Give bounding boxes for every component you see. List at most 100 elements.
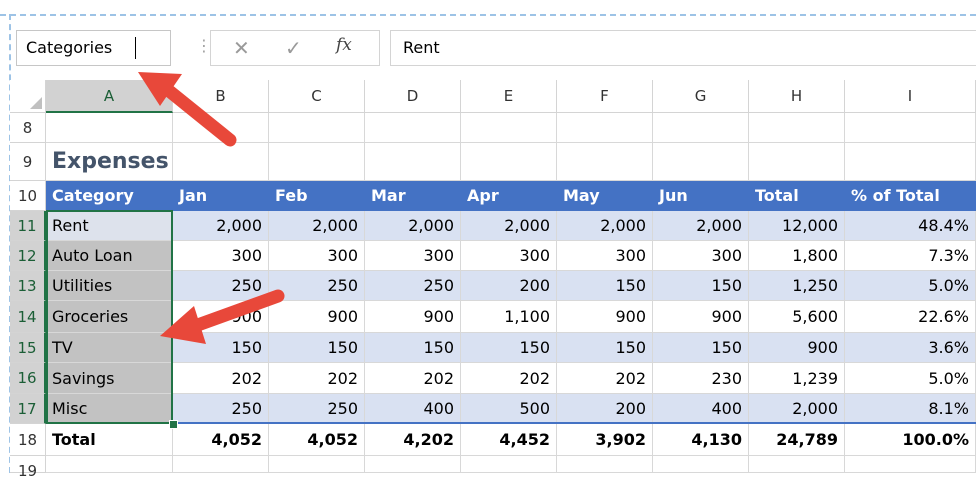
column-header-e[interactable]: E [461,80,557,113]
column-header-f[interactable]: F [557,80,653,113]
formula-input[interactable]: Rent [390,30,976,66]
category-cell[interactable]: Auto Loan [46,241,173,271]
column-header-a[interactable]: A [46,80,173,113]
table-cell[interactable]: 2,000 [557,211,653,241]
total-cell[interactable]: 4,452 [461,424,557,456]
insert-function-button[interactable]: fx [336,35,352,55]
table-cell[interactable]: 5,600 [749,301,845,333]
table-cell[interactable]: 300 [269,241,365,271]
table-cell[interactable]: 12,000 [749,211,845,241]
table-header-cell[interactable]: % of Total [845,181,976,211]
empty-cell[interactable] [365,143,461,181]
table-cell[interactable]: 150 [653,333,749,363]
check-icon[interactable]: ✓ [285,36,302,60]
empty-cell[interactable] [269,456,365,473]
table-cell[interactable]: 900 [269,301,365,333]
total-cell[interactable]: 24,789 [749,424,845,456]
table-cell[interactable]: 150 [269,333,365,363]
row-header-19[interactable]: 19 [10,456,46,480]
table-cell[interactable]: 900 [653,301,749,333]
row-header-13[interactable]: 13 [10,271,46,301]
total-cell[interactable]: 4,052 [173,424,269,456]
table-cell[interactable]: 202 [269,363,365,394]
column-header-b[interactable]: B [173,80,269,113]
empty-cell[interactable] [269,143,365,181]
empty-cell[interactable] [653,113,749,143]
total-cell[interactable]: 3,902 [557,424,653,456]
table-cell[interactable]: 300 [365,241,461,271]
table-cell[interactable]: 2,000 [749,394,845,424]
column-header-g[interactable]: G [653,80,749,113]
empty-cell[interactable] [749,113,845,143]
table-cell[interactable]: 150 [653,271,749,301]
table-cell[interactable]: 1,239 [749,363,845,394]
table-cell[interactable]: 48.4% [845,211,976,241]
table-cell[interactable]: 250 [269,394,365,424]
empty-cell[interactable] [461,143,557,181]
close-icon[interactable]: ✕ [233,36,250,60]
table-cell[interactable]: 150 [461,333,557,363]
table-cell[interactable]: 2,000 [653,211,749,241]
table-cell[interactable]: 300 [461,241,557,271]
empty-cell[interactable] [46,456,173,473]
table-cell[interactable]: 300 [557,241,653,271]
table-header-cell[interactable]: Jun [653,181,749,211]
table-cell[interactable]: 250 [269,271,365,301]
row-header-17[interactable]: 17 [10,394,46,424]
total-cell[interactable]: 4,052 [269,424,365,456]
row-header-16[interactable]: 16 [10,363,46,394]
row-header-14[interactable]: 14 [10,301,46,333]
table-cell[interactable]: 5.0% [845,271,976,301]
empty-cell[interactable] [557,456,653,473]
fill-handle[interactable] [169,420,178,429]
table-cell[interactable]: 8.1% [845,394,976,424]
table-cell[interactable]: 1,800 [749,241,845,271]
table-cell[interactable]: 7.3% [845,241,976,271]
table-cell[interactable]: 900 [557,301,653,333]
column-header-i[interactable]: I [845,80,976,113]
table-cell[interactable]: 300 [173,241,269,271]
table-cell[interactable]: 202 [461,363,557,394]
table-cell[interactable]: 400 [365,394,461,424]
table-cell[interactable]: 202 [365,363,461,394]
empty-cell[interactable] [461,113,557,143]
table-cell[interactable]: 400 [653,394,749,424]
table-cell[interactable]: 3.6% [845,333,976,363]
category-cell[interactable]: Rent [46,211,173,241]
table-cell[interactable]: 250 [365,271,461,301]
table-cell[interactable]: 5.0% [845,363,976,394]
select-all-button[interactable] [10,80,46,113]
table-header-cell[interactable]: May [557,181,653,211]
column-header-h[interactable]: H [749,80,845,113]
table-cell[interactable]: 150 [365,333,461,363]
total-cell[interactable]: 100.0% [845,424,976,456]
row-header-10[interactable]: 10 [10,181,46,211]
row-header-15[interactable]: 15 [10,333,46,363]
empty-cell[interactable] [845,143,976,181]
table-cell[interactable]: 1,250 [749,271,845,301]
table-header-cell[interactable]: Category [46,181,173,211]
sheet-title[interactable]: Expenses [46,143,173,181]
table-cell[interactable]: 202 [173,363,269,394]
table-cell[interactable]: 2,000 [269,211,365,241]
empty-cell[interactable] [461,456,557,473]
table-cell[interactable]: 300 [653,241,749,271]
column-header-c[interactable]: C [269,80,365,113]
table-cell[interactable]: 1,100 [461,301,557,333]
table-cell[interactable]: 900 [173,301,269,333]
empty-cell[interactable] [365,456,461,473]
empty-cell[interactable] [845,113,976,143]
category-cell[interactable]: Groceries [46,301,173,333]
empty-cell[interactable] [269,113,365,143]
empty-cell[interactable] [653,143,749,181]
empty-cell[interactable] [173,456,269,473]
row-header-8[interactable]: 8 [10,113,46,143]
category-cell[interactable]: Misc [46,394,173,424]
row-header-9[interactable]: 9 [10,143,46,181]
empty-cell[interactable] [749,456,845,473]
table-header-cell[interactable]: Jan [173,181,269,211]
table-header-cell[interactable]: Feb [269,181,365,211]
table-cell[interactable]: 900 [749,333,845,363]
table-cell[interactable]: 200 [557,394,653,424]
table-cell[interactable]: 22.6% [845,301,976,333]
